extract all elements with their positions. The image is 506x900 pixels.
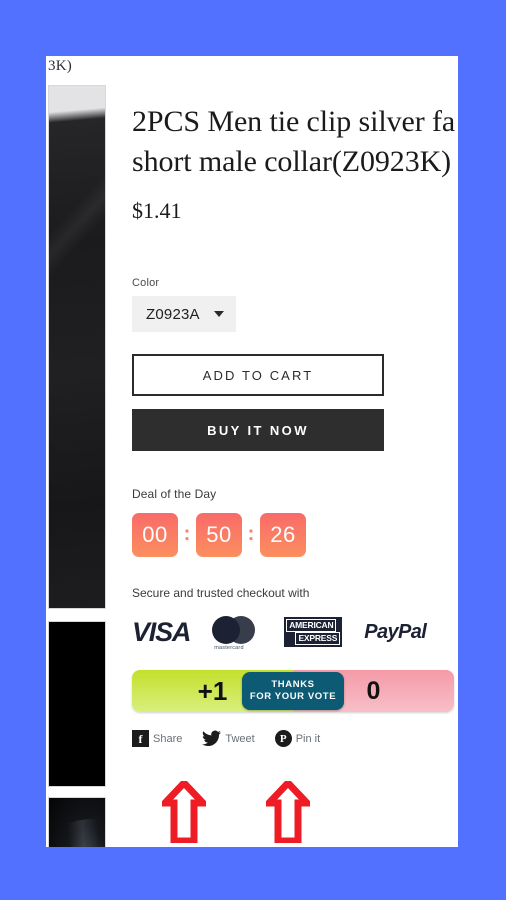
add-to-cart-button[interactable]: ADD TO CART xyxy=(132,354,384,396)
social-share-row: f Share Tweet P Pin it xyxy=(132,730,458,747)
twitter-share-label: Tweet xyxy=(225,732,255,745)
countdown-hours: 00 xyxy=(132,513,178,557)
amex-line-2: EXPRESS xyxy=(295,632,341,645)
vote-tooltip-line-1: THANKS xyxy=(271,679,315,690)
product-image-3[interactable] xyxy=(48,797,106,847)
visa-icon: VISA xyxy=(132,616,191,647)
payment-logos-row: VISA mastercard AMERICAN EXPRESS PayPal xyxy=(132,614,458,651)
countdown-separator-1: : xyxy=(183,522,191,545)
pinterest-share-button[interactable]: P Pin it xyxy=(274,730,321,747)
product-title-line-2: short male collar(Z0923K) xyxy=(132,145,452,178)
cut-off-header-text: 3K) xyxy=(48,58,72,74)
screenshot-root: 3K) 2PCS Men tie clip silver fa short ma… xyxy=(0,0,506,900)
chevron-down-icon xyxy=(213,311,224,317)
product-price: $1.41 xyxy=(132,198,182,223)
color-field-label: Color xyxy=(132,277,160,289)
countdown-minutes: 50 xyxy=(196,513,242,557)
amex-line-1: AMERICAN xyxy=(286,619,337,632)
buy-it-now-button[interactable]: BUY IT NOW xyxy=(132,409,384,451)
mastercard-icon: mastercard xyxy=(212,614,262,651)
pinterest-share-label: Pin it xyxy=(295,732,321,745)
vote-tooltip-line-2: FOR YOUR VOTE xyxy=(249,691,337,702)
paypal-icon: PayPal xyxy=(364,620,427,643)
countdown-timer: 00 : 50 : 26 xyxy=(132,513,458,557)
twitter-share-button[interactable]: Tweet xyxy=(202,730,255,747)
twitter-icon xyxy=(202,730,222,747)
mastercard-circle-right xyxy=(227,616,256,644)
color-select-value: Z0923A xyxy=(146,305,200,323)
deal-of-the-day-label: Deal of the Day xyxy=(132,487,217,501)
amex-icon: AMERICAN EXPRESS xyxy=(284,617,343,647)
facebook-share-button[interactable]: f Share xyxy=(132,730,182,747)
product-title-line-1: 2PCS Men tie clip silver fa xyxy=(132,105,456,138)
facebook-icon: f xyxy=(132,730,149,747)
countdown-separator-2: : xyxy=(247,522,255,545)
product-image-1[interactable] xyxy=(48,85,106,609)
product-gallery-strip xyxy=(46,85,106,847)
countdown-seconds: 26 xyxy=(260,513,306,557)
mastercard-wordmark: mastercard xyxy=(214,645,244,651)
product-details-column: 2PCS Men tie clip silver fa short male c… xyxy=(132,102,458,747)
secure-checkout-label: Secure and trusted checkout with xyxy=(132,586,310,600)
annotation-arrow-2 xyxy=(260,777,316,845)
product-image-2[interactable] xyxy=(48,621,106,787)
vote-thanks-tooltip: THANKS FOR YOUR VOTE xyxy=(242,672,344,710)
color-select[interactable]: Z0923A xyxy=(132,296,236,332)
product-page-panel: 3K) 2PCS Men tie clip silver fa short ma… xyxy=(46,56,458,847)
facebook-share-label: Share xyxy=(153,732,183,745)
pinterest-icon: P xyxy=(274,730,292,747)
vote-widget: +1 0 THANKS FOR YOUR VOTE xyxy=(132,670,454,712)
annotation-arrow-1 xyxy=(156,777,212,845)
